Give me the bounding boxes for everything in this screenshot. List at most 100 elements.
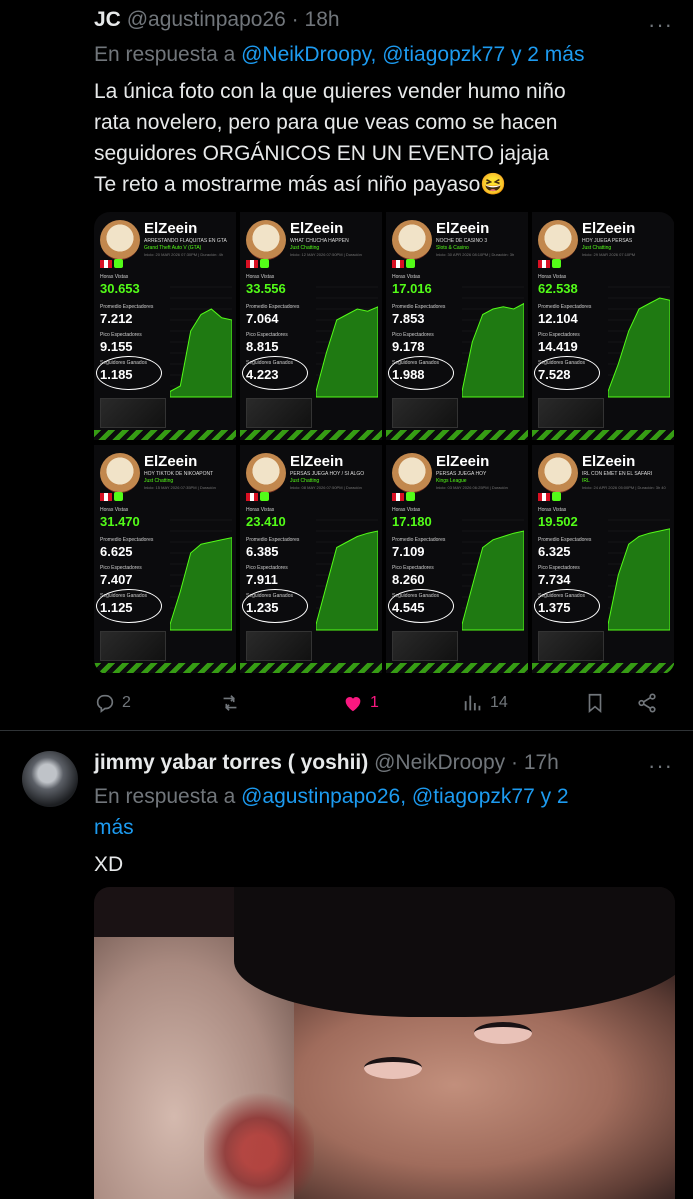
value-avg-viewers: 7.064	[246, 311, 279, 326]
value-views: 23.410	[246, 514, 286, 529]
kick-badge-icon	[406, 492, 415, 501]
stream-date: Inicio: 12 MAY 2026 07:50PM | Duración	[290, 252, 362, 257]
value-views: 17.180	[392, 514, 432, 529]
stream-stats-card: ElZeein HOY JUEGA PERSAS Just Chatting Inic…	[532, 212, 674, 440]
avatar[interactable]	[22, 751, 78, 807]
stream-title: NOCHE DE CASINO 3	[436, 238, 488, 244]
reply-button[interactable]: 2	[94, 692, 131, 714]
label-avg-viewers: Promedio Espectadores	[538, 537, 592, 543]
bookmark-icon	[588, 693, 602, 714]
value-views: 62.538	[538, 281, 578, 296]
viewers-chart	[316, 519, 378, 631]
value-peak-viewers: 7.734	[538, 572, 571, 587]
viewers-chart	[462, 519, 524, 631]
peru-flag-icon	[538, 493, 550, 501]
reply-mentions-link[interactable]: @agustinpapo26, @tiagopzk77 y 2	[241, 785, 569, 808]
tweet-time[interactable]: 18h	[305, 8, 340, 31]
stream-date: Inicio: 03 MAY 2026 06:25PM | Duración	[436, 485, 508, 490]
streamer-name: ElZeein	[436, 453, 490, 470]
tweet-header: JC @agustinpapo26 · 18h	[94, 8, 340, 31]
highlight-circle	[534, 356, 600, 390]
bookmark-button[interactable]	[584, 692, 606, 714]
peru-flag-icon	[246, 260, 258, 268]
stream-thumbnail	[100, 398, 166, 428]
tweet-agustinpapo26[interactable]: ··· JC @agustinpapo26 · 18h En respuesta…	[0, 0, 693, 730]
author-name[interactable]: JC	[94, 8, 121, 31]
value-avg-viewers: 7.109	[392, 544, 425, 559]
label-peak-viewers: Pico Espectadores	[246, 332, 288, 338]
views-count: 14	[490, 694, 508, 711]
value-views: 33.556	[246, 281, 286, 296]
label-peak-viewers: Pico Espectadores	[538, 332, 580, 338]
stream-date: Inicio: 15 MAY 2026 07:35PM | Duración	[144, 485, 216, 490]
label-avg-viewers: Promedio Espectadores	[246, 537, 300, 543]
attached-photo[interactable]	[94, 887, 675, 1199]
views-icon	[464, 695, 481, 711]
stream-stats-card: ElZeein WHAT CHUCHA HAPPEN Just Chatting In…	[240, 212, 382, 440]
author-handle[interactable]: @NeikDroopy	[374, 751, 505, 774]
stream-thumbnail	[538, 631, 604, 661]
stream-thumbnail	[538, 398, 604, 428]
stream-stats-card: ElZeein PERSAS JUEGA HOY Kings League Inici…	[386, 445, 528, 673]
tweet-neikdroopy[interactable]: ··· jimmy yabar torres ( yoshii) @NeikDr…	[0, 735, 693, 1199]
streamer-avatar	[538, 220, 578, 260]
value-avg-viewers: 7.212	[100, 311, 133, 326]
share-icon	[638, 693, 656, 713]
reply-mentions-link[interactable]: @NeikDroopy, @tiagopzk77 y 2 más	[241, 43, 584, 66]
more-options-icon[interactable]: ···	[648, 12, 673, 38]
stream-thumbnail	[392, 631, 458, 661]
kick-badge-icon	[114, 492, 123, 501]
author-handle[interactable]: @agustinpapo26	[127, 8, 286, 31]
author-name[interactable]: jimmy yabar torres ( yoshii)	[94, 751, 368, 774]
viewers-area	[608, 297, 670, 398]
kick-stripes	[94, 663, 236, 673]
viewers-area	[316, 530, 378, 631]
streamer-avatar	[246, 220, 286, 260]
stream-stats-card: ElZeein PERSAS JUEGA HOY / SI ALGO Just Ch…	[240, 445, 382, 673]
stream-date: Inicio: 29 MAR 2026 07:10PM	[582, 252, 636, 257]
value-avg-viewers: 6.625	[100, 544, 133, 559]
stream-category: Slots & Casino	[436, 245, 469, 251]
value-avg-viewers: 6.325	[538, 544, 571, 559]
stream-category: Kings League	[436, 478, 467, 484]
viewers-chart	[462, 286, 524, 398]
label-avg-viewers: Promedio Espectadores	[100, 537, 154, 543]
streamer-avatar	[100, 220, 140, 260]
viewers-area	[462, 302, 524, 398]
viewers-area	[316, 306, 378, 398]
retweet-button[interactable]	[219, 692, 247, 714]
peru-flag-icon	[392, 260, 404, 268]
reply-mentions-link-more[interactable]: más	[94, 816, 134, 839]
views-button[interactable]: 14	[462, 692, 508, 714]
label-avg-viewers: Promedio Espectadores	[538, 304, 592, 310]
label-avg-viewers: Promedio Espectadores	[100, 304, 154, 310]
reply-context: En respuesta a @NeikDroopy, @tiagopzk77 …	[94, 43, 585, 66]
kick-badge-icon	[552, 492, 561, 501]
value-peak-viewers: 8.260	[392, 572, 425, 587]
stats-image-grid[interactable]: ElZeein ARRESTANDO FLAQUITAS EN GTA Grand …	[94, 212, 675, 675]
reply-context: En respuesta a @agustinpapo26, @tiagopzk…	[94, 785, 569, 839]
stream-stats-card: ElZeein ARRESTANDO FLAQUITAS EN GTA Grand …	[94, 212, 236, 440]
label-peak-viewers: Pico Espectadores	[100, 565, 142, 571]
more-options-icon[interactable]: ···	[648, 753, 673, 779]
kick-badge-icon	[260, 259, 269, 268]
share-button[interactable]	[636, 692, 658, 714]
stream-category: Just Chatting	[144, 478, 174, 484]
kick-stripes	[386, 430, 528, 440]
value-views: 31.470	[100, 514, 140, 529]
stream-category: Just Chatting	[290, 245, 320, 251]
tweet-time[interactable]: 17h	[524, 751, 559, 774]
kick-stripes	[94, 430, 236, 440]
value-avg-viewers: 6.385	[246, 544, 279, 559]
label-views: Horas Vistas	[538, 507, 567, 513]
streamer-avatar	[538, 453, 578, 493]
viewers-chart	[608, 286, 670, 398]
kick-badge-icon	[406, 259, 415, 268]
streamer-name: ElZeein	[582, 220, 636, 237]
like-count: 1	[370, 694, 379, 711]
stream-thumbnail	[100, 631, 166, 661]
peru-flag-icon	[538, 260, 550, 268]
stream-category: IRL	[582, 478, 590, 484]
like-button[interactable]: 1	[342, 692, 379, 714]
label-views: Horas Vistas	[392, 507, 421, 513]
